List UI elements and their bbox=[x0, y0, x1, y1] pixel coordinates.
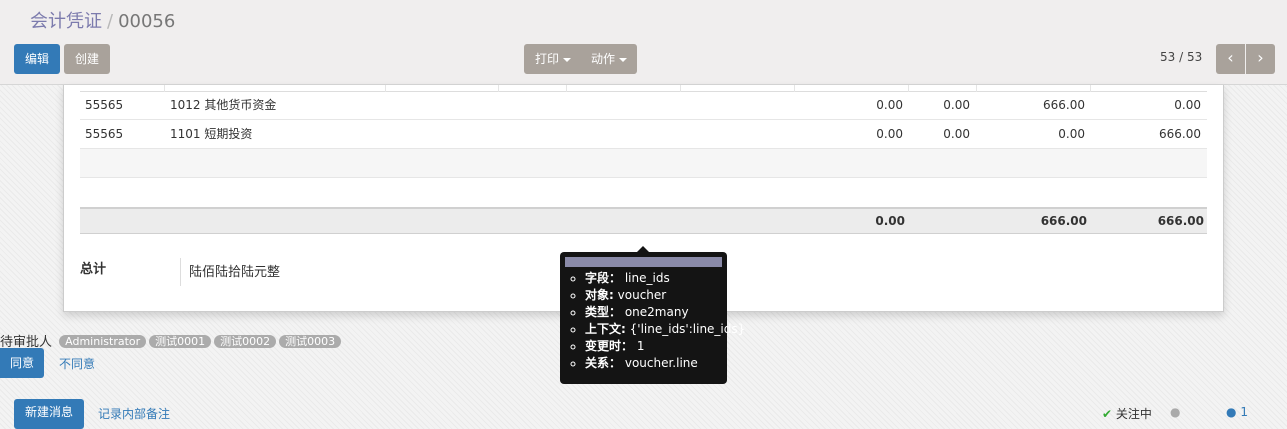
chevron-left-icon: ‹ bbox=[1227, 48, 1234, 67]
empty-row bbox=[80, 178, 1207, 207]
approvers-line: 待审批人 Administrator 测试0001 测试0002 测试0003 bbox=[0, 331, 342, 350]
approver-tag: 测试0003 bbox=[279, 335, 342, 348]
line-amount-4: 0.00 bbox=[1174, 98, 1201, 112]
approver-tag: 测试0001 bbox=[149, 335, 212, 348]
pager-prev-button[interactable]: ‹ bbox=[1216, 44, 1245, 74]
check-icon: ✔ bbox=[1102, 407, 1113, 421]
table-row[interactable]: 55565 1012 其他货币资金 0.00 0.00 666.00 0.00 bbox=[80, 91, 1207, 120]
log-note-link[interactable]: 记录内部备注 bbox=[98, 405, 170, 422]
line-amount-2: 0.00 bbox=[943, 127, 970, 141]
followers-count: 1 bbox=[1240, 405, 1248, 419]
tooltip-title-bar bbox=[565, 257, 722, 267]
control-panel: 会计凭证/00056 编辑 创建 打印 动作 53 / 53 ‹ › bbox=[0, 0, 1287, 85]
line-amount-3: 0.00 bbox=[1058, 127, 1085, 141]
total-amount-2: 666.00 bbox=[1040, 214, 1087, 228]
summary-divider bbox=[180, 258, 181, 286]
tooltip-list: 字段： line_ids 对象: voucher 类型： one2many 上下… bbox=[567, 270, 745, 372]
tooltip-item: 类型： one2many bbox=[585, 304, 745, 321]
line-code: 55565 bbox=[85, 98, 124, 112]
breadcrumb-current: 00056 bbox=[118, 11, 176, 32]
tooltip-item: 变更时： 1 bbox=[585, 338, 745, 355]
pager-value[interactable]: 53 / 53 bbox=[1160, 50, 1202, 64]
follow-label: 关注中 bbox=[1115, 407, 1152, 421]
action-dropdown-label: 动作 bbox=[591, 52, 616, 66]
line-amount-3: 666.00 bbox=[1043, 98, 1085, 112]
summary-amount-in-words: 陆佰陆拾陆元整 bbox=[189, 265, 281, 280]
empty-row bbox=[80, 149, 1207, 178]
total-amount-1: 0.00 bbox=[875, 214, 905, 228]
create-button[interactable]: 创建 bbox=[64, 44, 110, 74]
action-dropdown-group: 打印 动作 bbox=[524, 44, 637, 74]
breadcrumb: 会计凭证/00056 bbox=[30, 7, 175, 33]
summary-label: 总计 bbox=[80, 262, 107, 277]
disagree-link[interactable]: 不同意 bbox=[59, 355, 95, 372]
pager-next-button[interactable]: › bbox=[1246, 44, 1275, 74]
tooltip-item: 字段： line_ids bbox=[585, 270, 745, 287]
line-account: 1012 其他货币资金 bbox=[170, 98, 277, 112]
totals-row: 0.00 666.00 666.00 bbox=[80, 207, 1207, 234]
bell-icon[interactable]: ● bbox=[1170, 405, 1180, 419]
new-message-button[interactable]: 新建消息 bbox=[14, 399, 84, 429]
caret-down-icon bbox=[563, 57, 572, 62]
line-amount-2: 0.00 bbox=[943, 98, 970, 112]
action-dropdown[interactable]: 动作 bbox=[591, 44, 628, 74]
approver-tag: Administrator bbox=[59, 335, 147, 348]
follow-toggle[interactable]: ✔ 关注中 bbox=[1102, 405, 1152, 422]
print-dropdown-label: 打印 bbox=[535, 52, 560, 66]
line-amount-4: 666.00 bbox=[1159, 127, 1201, 141]
breadcrumb-parent-link[interactable]: 会计凭证 bbox=[30, 11, 102, 32]
chevron-right-icon: › bbox=[1257, 48, 1264, 67]
breadcrumb-separator: / bbox=[107, 11, 114, 32]
line-amount-1: 0.00 bbox=[876, 127, 903, 141]
table-row[interactable]: 55565 1101 短期投资 0.00 0.00 0.00 666.00 bbox=[80, 120, 1207, 149]
line-amount-1: 0.00 bbox=[876, 98, 903, 112]
agree-button[interactable]: 同意 bbox=[0, 348, 44, 378]
total-amount-3: 666.00 bbox=[1157, 214, 1204, 228]
line-code: 55565 bbox=[85, 127, 124, 141]
caret-down-icon bbox=[619, 57, 628, 62]
tooltip-item: 关系： voucher.line bbox=[585, 355, 745, 372]
approver-tag: 测试0002 bbox=[214, 335, 277, 348]
user-icon: ● bbox=[1226, 405, 1237, 419]
tooltip-item: 上下文: {'line_ids':line_ids} bbox=[585, 321, 745, 338]
followers-button[interactable]: ● 1 bbox=[1226, 405, 1248, 419]
tooltip-item: 对象: voucher bbox=[585, 287, 745, 304]
edit-button[interactable]: 编辑 bbox=[14, 44, 60, 74]
field-debug-tooltip: 字段： line_ids 对象: voucher 类型： one2many 上下… bbox=[560, 252, 745, 384]
print-dropdown[interactable]: 打印 bbox=[535, 44, 572, 74]
line-account: 1101 短期投资 bbox=[170, 127, 253, 141]
